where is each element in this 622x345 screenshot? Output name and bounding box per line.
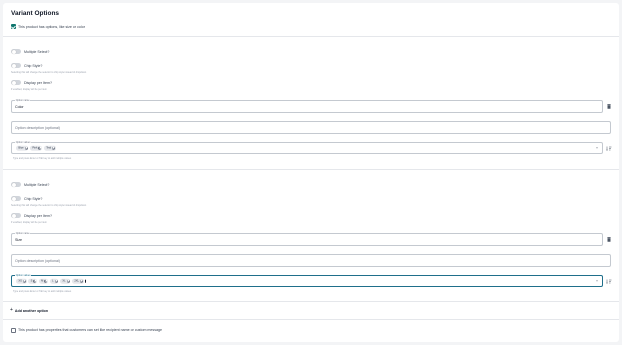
variant-options-card: [3, 3, 619, 342]
chip-style-toggle[interactable]: [11, 63, 21, 68]
value-chip[interactable]: XL: [59, 278, 71, 284]
option-values-chips: XS S M L XL 2XL: [16, 278, 86, 284]
chip-style-label: Chip Style?: [24, 196, 43, 201]
value-chip[interactable]: XS: [16, 278, 27, 284]
chip-label: S: [30, 279, 33, 283]
option-description-field[interactable]: Option description (optional): [11, 254, 611, 267]
value-chip[interactable]: Teal: [43, 145, 56, 151]
has-options-checkbox[interactable]: [11, 24, 16, 29]
divider: [3, 319, 619, 320]
option-values-field[interactable]: Option values XS S M L XL 2XL: [11, 274, 603, 287]
trash-icon[interactable]: [606, 237, 611, 242]
chip-label: 2XL: [74, 279, 79, 283]
close-icon[interactable]: [38, 146, 42, 150]
option-name-value: Size: [15, 237, 22, 242]
chip-label: XS: [18, 279, 22, 283]
value-chip[interactable]: 2XL: [71, 278, 84, 284]
close-icon[interactable]: [66, 279, 70, 283]
chip-style-toggle[interactable]: [11, 196, 21, 201]
chip-label: Blue: [18, 146, 24, 150]
chip-label: XL: [62, 279, 66, 283]
display-per-item-label: Display per Item?: [24, 213, 52, 218]
trash-icon[interactable]: [606, 104, 611, 109]
add-option-label: Add another option: [14, 308, 49, 313]
close-icon[interactable]: [51, 146, 55, 150]
close-icon[interactable]: [54, 279, 58, 283]
value-chip[interactable]: Pink: [29, 145, 43, 151]
display-per-item-helper: If enabled, display will be per item: [11, 87, 47, 91]
option-values-helper: Type and press Enter or Tab key to add m…: [13, 289, 72, 293]
display-per-item-toggle[interactable]: [11, 213, 21, 218]
has-properties-label: This product has properties that custome…: [18, 328, 163, 332]
section-title: Variant Options: [11, 10, 60, 17]
sort-icon[interactable]: [606, 146, 612, 151]
value-chip[interactable]: L: [49, 278, 59, 284]
has-properties-checkbox[interactable]: [11, 327, 16, 333]
multiple-select-toggle[interactable]: [11, 49, 21, 54]
option-name-label: Option name: [15, 99, 31, 103]
display-per-item-helper: If enabled, display will be per item: [11, 220, 47, 224]
chip-style-label: Chip Style?: [24, 63, 43, 68]
close-icon[interactable]: [79, 279, 83, 283]
chip-label: M: [41, 279, 44, 283]
option-description-placeholder: Option description (optional): [15, 125, 60, 130]
close-icon[interactable]: [24, 146, 28, 150]
multiple-select-label: Multiple Select?: [24, 49, 50, 54]
chevron-down-icon[interactable]: [596, 147, 598, 149]
chip-style-helper: Selecting this will change the selector …: [11, 203, 87, 207]
option-values-field[interactable]: Option values Blue Pink Teal: [11, 141, 603, 154]
option-name-field[interactable]: Option name Size: [11, 232, 603, 246]
close-icon[interactable]: [44, 279, 48, 283]
value-chip[interactable]: M: [38, 278, 49, 284]
chip-style-helper: Selecting this will change the selector …: [11, 70, 87, 74]
option-values-label: Option values: [15, 141, 32, 145]
option-values-helper: Type and press Enter or Tab key to add m…: [13, 156, 72, 160]
multiple-select-toggle[interactable]: [11, 182, 21, 187]
multiple-select-label: Multiple Select?: [24, 182, 50, 187]
add-option-button[interactable]: + Add another option: [10, 308, 48, 313]
option-description-placeholder: Option description (optional): [15, 258, 60, 263]
display-per-item-toggle[interactable]: [11, 80, 21, 85]
display-per-item-label: Display per Item?: [24, 80, 52, 85]
chip-label: L: [52, 279, 54, 283]
option-name-field[interactable]: Option name Color: [11, 99, 603, 113]
chevron-down-icon[interactable]: [596, 280, 598, 282]
divider: [3, 301, 619, 302]
divider: [3, 169, 619, 170]
value-chip[interactable]: Blue: [16, 145, 29, 151]
option-values-label: Option values: [15, 274, 32, 278]
chip-label: Pink: [32, 146, 38, 150]
option-name-value: Color: [15, 104, 24, 109]
chip-label: Teal: [46, 146, 51, 150]
sort-icon[interactable]: [606, 279, 612, 284]
value-chip[interactable]: S: [28, 278, 38, 284]
divider: [3, 36, 619, 37]
option-values-chips: Blue Pink Teal: [16, 145, 56, 151]
has-options-label: This product has options, like size or c…: [18, 24, 85, 29]
option-name-label: Option name: [15, 232, 31, 236]
close-icon[interactable]: [33, 279, 37, 283]
page: Variant Options This product has options…: [0, 0, 622, 345]
close-icon[interactable]: [22, 279, 26, 283]
plus-icon: +: [10, 307, 13, 313]
option-description-field[interactable]: Option description (optional): [11, 121, 611, 134]
